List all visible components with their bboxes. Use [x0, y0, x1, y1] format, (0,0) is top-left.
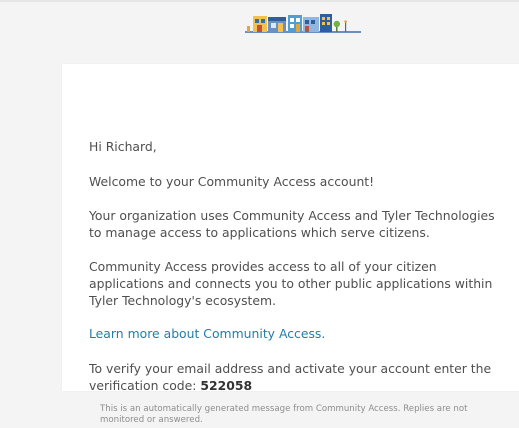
verify-paragraph: To verify your email address and activat… — [89, 360, 509, 394]
learn-more-link[interactable]: Learn more about Community Access. — [89, 326, 325, 341]
verification-code: 522058 — [200, 378, 253, 393]
community-storefront-logo-icon — [245, 14, 361, 33]
welcome-text: Welcome to your Community Access account… — [89, 174, 375, 189]
footer-notice: This is an automatically generated messa… — [100, 404, 468, 425]
access-paragraph: Community Access provides access to all … — [89, 259, 493, 308]
header — [0, 0, 519, 40]
organization-paragraph: Your organization uses Community Access … — [89, 208, 495, 240]
verify-text: To verify your email address and activat… — [89, 361, 492, 393]
greeting-text: Hi Richard, — [89, 139, 157, 154]
learn-more-container: Learn more about Community Access. — [89, 325, 509, 342]
